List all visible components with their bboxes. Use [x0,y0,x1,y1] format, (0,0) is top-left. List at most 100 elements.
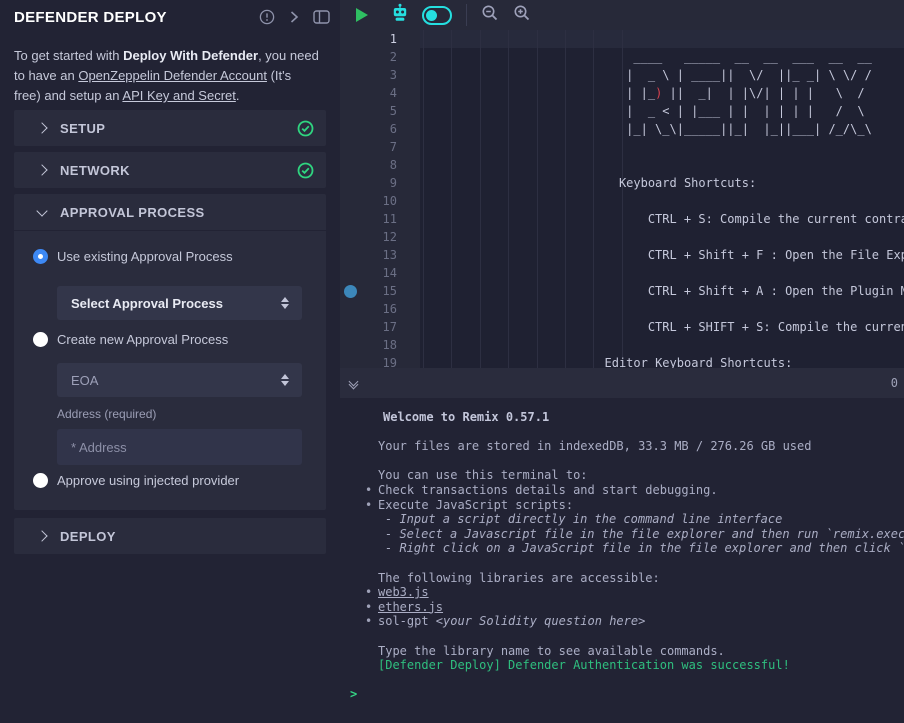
terminal-line: - Select a Javascript file in the file e… [340,527,904,542]
terminal-line: Welcome to Remix 0.57.1 [340,410,904,425]
select-arrows-icon [281,297,289,309]
radio-use-existing-approval[interactable]: Use existing Approval Process [33,249,233,264]
chevron-right-icon [36,164,47,175]
code-line: CTRL + S: Compile the current contract [424,210,904,228]
radio-create-new-approval[interactable]: Create new Approval Process [33,332,228,347]
code-line: | _ < | |___ | | | | | | / \ [424,102,904,120]
link[interactable]: API Key and Secret [122,88,235,103]
address-input[interactable] [57,429,302,465]
remix-ide-window: DEFENDER DEPLOY To get started with Depl… [0,0,904,723]
terminal-blank-line [340,673,904,688]
line-number: 10 [383,192,397,210]
defender-deploy-panel: DEFENDER DEPLOY To get started with Depl… [0,0,341,723]
terminal-blank-line [340,425,904,440]
link[interactable]: ethers.js [378,600,443,614]
terminal-line: Your files are stored in indexedDB, 33.3… [340,439,904,454]
split-view-icon[interactable] [313,9,330,25]
line-number: 1 [390,30,397,48]
existing-approval-process-select[interactable]: Select Approval Process [57,286,302,320]
line-number: 18 [383,336,397,354]
terminal-line: sol-gpt <your Solidity question here> [340,614,904,629]
link[interactable]: OpenZeppelin Defender Account [78,68,267,83]
collapse-panel-chevron-icon[interactable] [289,10,299,24]
zoom-out-icon[interactable] [481,4,499,27]
chevrons-down-icon[interactable] [350,378,357,388]
line-number: 19 [383,354,397,368]
section-approval-process: APPROVAL PROCESS Use existing Approval P… [14,194,326,510]
panel-header: DEFENDER DEPLOY [14,6,330,28]
terminal-line: The following libraries are accessible: [340,571,904,586]
divider [14,230,326,231]
setup-complete-check-icon [297,120,314,137]
panel-title: DEFENDER DEPLOY [14,9,259,26]
section-deploy[interactable]: DEPLOY [14,518,326,554]
current-line-highlight [420,30,904,48]
new-select-value: EOA [71,373,281,388]
code-line: ____ _____ __ __ ___ __ __ [424,48,904,66]
terminal-line: Execute JavaScript scripts: [340,498,904,513]
editor-code[interactable]: ____ _____ __ __ ___ __ __| _ \ | ____||… [420,30,904,368]
select-arrows-icon [281,374,289,386]
line-number: 3 [390,66,397,84]
radio-approve-injected-provider[interactable]: Approve using injected provider [33,473,239,488]
line-number: 17 [383,318,397,336]
section-approval-header[interactable]: APPROVAL PROCESS [14,194,326,230]
section-setup[interactable]: SETUP [14,110,326,146]
section-approval-label: APPROVAL PROCESS [60,205,326,220]
line-number: 2 [390,48,397,66]
line-number: 12 [383,228,397,246]
code-line: | |_) || _| | |\/| | | | \ / [424,84,904,102]
terminal-line: ethers.js [340,600,904,615]
terminal-line: Check transactions details and start deb… [340,483,904,498]
info-icon[interactable] [259,9,275,25]
section-network-label: NETWORK [60,163,297,178]
remix-ai-robot-icon[interactable] [390,3,410,27]
radio-unselected-icon[interactable] [33,332,48,347]
chevron-right-icon [36,122,47,133]
zoom-in-icon[interactable] [513,4,531,27]
radio-unselected-icon[interactable] [33,473,48,488]
ai-copilot-toggle[interactable] [422,6,452,25]
terminal-line: - Input a script directly in the command… [340,512,904,527]
code-line: CTRL + Shift + A : Open the Plugin Manag… [424,282,904,300]
line-number: 8 [390,156,397,174]
terminal-blank-line [340,556,904,571]
address-label: Address (required) [57,407,156,421]
radio-injected-label: Approve using injected provider [57,473,239,488]
terminal-line: [Defender Deploy] Defender Authenticatio… [340,658,904,673]
terminal-listen-count-badge: 0 [891,376,898,390]
terminal-line: - Right click on a JavaScript file in th… [340,541,904,556]
editor-gutter[interactable]: 12345678910111213141516171819 [340,30,420,368]
network-complete-check-icon [297,162,314,179]
section-network[interactable]: NETWORK [14,152,326,188]
line-number: 9 [390,174,397,192]
terminal-toolbar: 0 [340,368,904,398]
code-line: Keyboard Shortcuts: [424,174,904,192]
radio-use-existing-label: Use existing Approval Process [57,249,233,264]
radio-create-new-label: Create new Approval Process [57,332,228,347]
breakpoint-marker[interactable] [344,285,357,298]
line-number: 6 [390,120,397,138]
section-deploy-label: DEPLOY [60,529,326,544]
terminal-line: web3.js [340,585,904,600]
divider [466,4,467,26]
code-line: | _ \ | ____|| \/ ||_ _| \ \/ / [424,66,904,84]
new-approval-type-select[interactable]: EOA [57,363,302,397]
run-script-icon[interactable] [356,8,368,22]
code-line: CTRL + SHIFT + S: Compile the current co… [424,318,904,336]
chevron-right-icon [36,530,47,541]
line-number: 4 [390,84,397,102]
line-number: 15 [383,282,397,300]
terminal-blank-line [340,629,904,644]
editor-toolbar [340,0,904,31]
code-line: CTRL + Shift + F : Open the File Explore… [424,246,904,264]
code-line: |_| \_\|_____||_| |_||___| /_/\_\ [424,120,904,138]
line-number: 16 [383,300,397,318]
terminal-output[interactable]: Welcome to Remix 0.57.1 Your files are st… [340,398,904,723]
terminal-line: > [340,687,904,702]
code-editor: ____ _____ __ __ ___ __ __| _ \ | ____||… [340,0,904,368]
link[interactable]: web3.js [378,585,429,599]
editor-body[interactable]: ____ _____ __ __ ___ __ __| _ \ | ____||… [340,30,904,368]
radio-selected-icon[interactable] [33,249,48,264]
chevron-down-icon [36,205,47,216]
